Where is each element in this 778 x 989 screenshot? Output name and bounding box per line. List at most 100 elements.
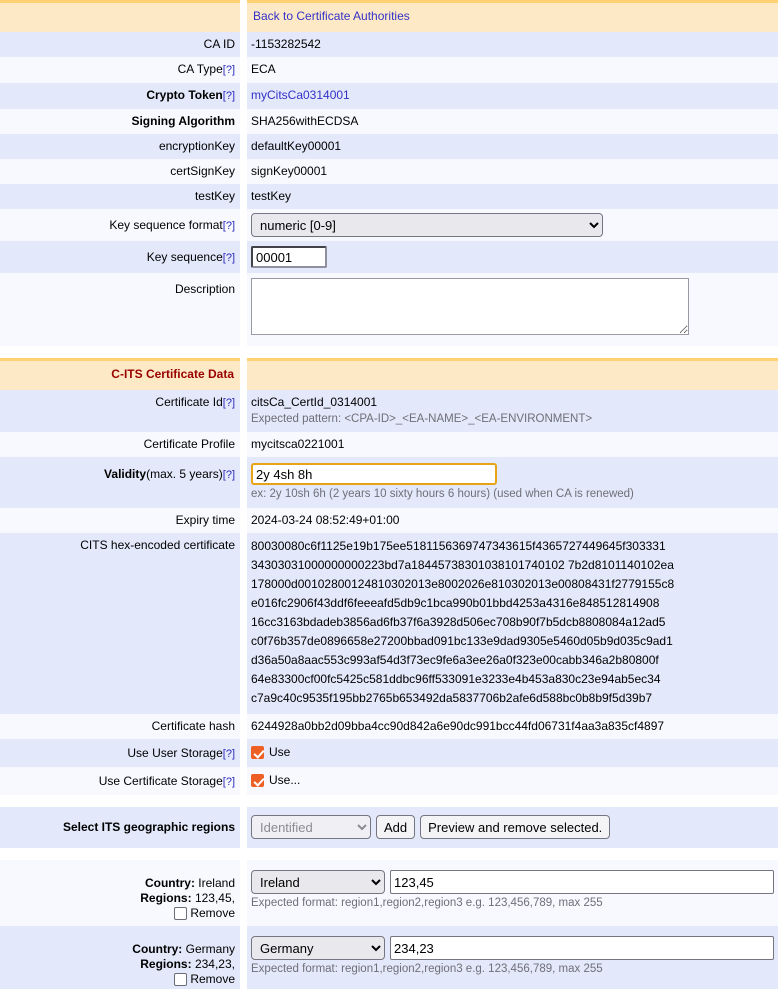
key-sequence-format-help-icon[interactable]: [?] [223,220,235,232]
region-regions-label: Regions: [140,891,191,905]
row-test-key: testKey testKey [0,184,778,209]
row-encryption-key: encryptionKey defaultKey00001 [0,134,778,159]
row-hex-certificate: CITS hex-encoded certificate 80030080c6f… [0,533,778,714]
test-key-value: testKey [251,189,291,203]
region-codes-input[interactable] [390,936,774,960]
region-country-label: Country: [132,942,182,956]
geographic-regions-label: Select ITS geographic regions [63,820,235,834]
region-country-select[interactable]: Germany [251,936,385,960]
key-sequence-help-icon[interactable]: [?] [223,252,235,264]
header-bar-left-cell [0,2,240,33]
validity-label: Validity [104,467,146,481]
row-validity: Validity(max. 5 years)[?] ex: 2y 10sh 6h… [0,457,778,508]
geo-section-spacer [0,795,778,807]
region-regions-summary: Regions: 234,23, [6,957,235,972]
region-country-summary: Country: Germany [6,942,235,957]
region-remove-checkbox[interactable] [174,907,187,920]
region-remove-wrap[interactable]: Remove [6,972,235,987]
row-description: Description [0,273,778,346]
region-remove-checkbox[interactable] [174,973,187,986]
use-certificate-storage-help-icon[interactable]: [?] [223,776,235,788]
geo-controls: Identified Add Preview and remove select… [251,815,774,839]
region-codes-input[interactable] [390,870,774,894]
use-certificate-storage-checkbox-label: Use... [269,773,300,788]
certificate-id-label: Certificate Id [155,395,222,409]
back-to-certificate-authorities-link[interactable]: Back to Certificate Authorities [253,9,410,23]
encryption-key-label: encryptionKey [159,139,235,153]
row-certificate-hash: Certificate hash 6244928a0bb2d09bba4cc90… [0,714,778,739]
cert-sign-key-value: signKey00001 [251,164,327,178]
use-user-storage-checkbox-wrap[interactable]: Use [251,745,290,760]
description-label: Description [175,282,235,296]
geographic-region-type-select[interactable]: Identified [251,815,371,839]
row-ca-id: CA ID -1153282542 [0,32,778,57]
region-row: Country: Germany Regions: 234,23, Remove [0,926,778,989]
cert-sign-key-label: certSignKey [170,164,235,178]
key-sequence-format-label: Key sequence format [109,218,222,232]
use-certificate-storage-label: Use Certificate Storage [99,774,223,788]
row-key-sequence: Key sequence[?] [0,241,778,273]
key-sequence-format-select[interactable]: numeric [0-9] [251,213,603,237]
signing-algorithm-label: Signing Algorithm [131,114,235,128]
row-crypto-token: Crypto Token[?] myCitsCa0314001 [0,83,778,109]
geo-rows-spacer [0,848,778,860]
ca-type-help-icon[interactable]: [?] [223,64,235,76]
expiry-time-label: Expiry time [176,513,235,527]
region-country-name: Ireland [198,876,235,890]
region-format-hint: Expected format: region1,region2,region3… [251,894,774,911]
row-expiry-time: Expiry time 2024-03-24 08:52:49+01:00 [0,508,778,533]
key-sequence-label: Key sequence [147,250,223,264]
region-regions-value: 234,23, [195,957,235,971]
region-row: Country: Ireland Regions: 123,45, Remove [0,860,778,926]
validity-label-suffix: (max. 5 years) [146,467,223,481]
use-certificate-storage-checkbox[interactable] [251,774,264,787]
region-remove-wrap[interactable]: Remove [6,906,235,921]
row-certificate-profile: Certificate Profile mycitsca0221001 [0,432,778,457]
citis-section-header: C-ITS Certificate Data [0,360,778,391]
header-bar-right-cell: Back to Certificate Authorities [247,2,778,33]
hex-certificate-label: CITS hex-encoded certificate [80,538,235,552]
region-country-summary: Country: Ireland [6,876,235,891]
region-country-label: Country: [145,876,195,890]
region-inputs: Ireland [251,870,774,894]
region-country-name: Germany [186,942,235,956]
use-certificate-storage-checkbox-wrap[interactable]: Use... [251,773,300,788]
use-user-storage-checkbox-label: Use [269,745,290,760]
validity-input[interactable] [251,463,497,485]
row-ca-type: CA Type[?] ECA [0,57,778,83]
section-spacer [0,346,778,360]
use-user-storage-checkbox[interactable] [251,746,264,759]
ca-id-value: -1153282542 [251,37,321,51]
preview-and-remove-selected-button[interactable]: Preview and remove selected. [420,815,610,839]
region-remove-label: Remove [190,972,235,987]
region-regions-value: 123,45, [195,891,235,905]
crypto-token-link[interactable]: myCitsCa0314001 [251,88,350,102]
row-signing-algorithm: Signing Algorithm SHA256withECDSA [0,109,778,134]
key-sequence-input[interactable] [251,246,327,268]
region-country-select[interactable]: Ireland [251,870,385,894]
region-remove-label: Remove [190,906,235,921]
signing-algorithm-value: SHA256withECDSA [251,114,358,128]
certificate-hash-value: 6244928a0bb2d09bba4cc90d842a6e90dc991bcc… [251,719,664,733]
region-format-hint: Expected format: region1,region2,region3… [251,960,774,977]
hex-certificate-value: 80030080c6f1125e19b175ee5181156369747343… [251,537,774,708]
row-use-user-storage: Use User Storage[?] Use [0,739,778,767]
row-certificate-id: Certificate Id[?] citsCa_CertId_0314001 … [0,390,778,432]
row-cert-sign-key: certSignKey signKey00001 [0,159,778,184]
row-key-sequence-format: Key sequence format[?] numeric [0-9] [0,209,778,241]
use-user-storage-help-icon[interactable]: [?] [223,748,235,760]
certificate-profile-label: Certificate Profile [144,437,235,451]
region-inputs: Germany [251,936,774,960]
certificate-id-help-icon[interactable]: [?] [223,397,235,409]
description-textarea[interactable] [251,278,689,335]
validity-hint: ex: 2y 10sh 6h (2 years 10 sixty hours 6… [251,485,774,502]
test-key-label: testKey [195,189,235,203]
crypto-token-label: Crypto Token [146,88,222,102]
crypto-token-help-icon[interactable]: [?] [223,90,235,102]
citis-section-title: C-ITS Certificate Data [111,367,234,381]
add-region-button[interactable]: Add [376,815,415,839]
use-user-storage-label: Use User Storage [127,746,222,760]
ca-type-label: CA Type [178,62,223,76]
ca-type-value: ECA [251,62,276,76]
validity-help-icon[interactable]: [?] [223,469,235,481]
